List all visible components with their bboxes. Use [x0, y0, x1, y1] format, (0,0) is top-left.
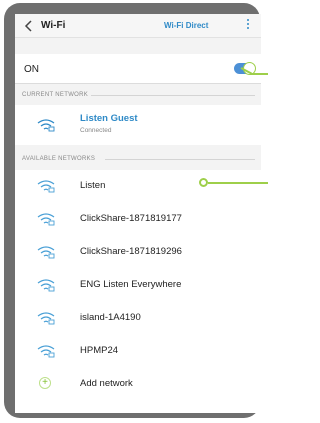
current-network-header: CURRENT NETWORK [22, 92, 89, 98]
add-network-item[interactable]: + Add network [15, 368, 261, 400]
wifi-settings-screen: Wi-Fi Wi-Fi Direct ON CURRENT NETWORK Li… [15, 14, 261, 413]
network-item[interactable]: island-1A4190 [15, 302, 261, 334]
network-item[interactable]: ClickShare-1871819296 [15, 236, 261, 268]
network-item[interactable]: Listen [15, 170, 261, 202]
wifi-signal-lock-icon [37, 119, 55, 132]
available-networks-list: Listen ClickShare-1871819177 ClickShare-… [15, 170, 261, 413]
current-network-status: Connected [80, 127, 112, 134]
current-network-item[interactable]: Listen Guest Connected [15, 105, 261, 145]
network-item[interactable]: ENG Listen Everywhere [15, 269, 261, 301]
network-item[interactable]: ClickShare-1871819177 [15, 203, 261, 235]
network-name: island-1A4190 [80, 312, 141, 323]
network-name: ClickShare-1871819177 [80, 213, 182, 224]
add-icon: + [39, 377, 51, 389]
wifi-signal-lock-icon [37, 180, 55, 193]
network-name: HPMP24 [80, 345, 119, 356]
wifi-signal-lock-icon [37, 312, 55, 325]
back-arrow-icon[interactable] [23, 19, 35, 33]
app-header: Wi-Fi Wi-Fi Direct [15, 14, 261, 38]
callout-line-network [208, 182, 268, 184]
wifi-toggle-label: ON [24, 64, 39, 75]
wifi-signal-lock-icon [37, 213, 55, 226]
section-divider [91, 95, 255, 96]
wifi-signal-lock-icon [37, 246, 55, 259]
current-network-name: Listen Guest [80, 113, 138, 124]
add-network-label: Add network [80, 378, 133, 389]
network-name: Listen [80, 180, 106, 191]
callout-marker [199, 178, 208, 187]
section-divider [105, 159, 255, 160]
wifi-signal-lock-icon [37, 279, 55, 292]
page-title: Wi-Fi [41, 20, 66, 31]
wifi-signal-lock-icon [37, 345, 55, 358]
wifi-toggle-row[interactable]: ON [15, 54, 261, 84]
more-options-icon[interactable] [246, 19, 250, 33]
callout-line-toggle [250, 73, 268, 75]
network-name: ENG Listen Everywhere [80, 279, 182, 290]
available-networks-header: AVAILABLE NETWORKS [22, 156, 96, 162]
network-name: ClickShare-1871819296 [80, 246, 182, 257]
wifi-direct-button[interactable]: Wi-Fi Direct [164, 21, 208, 30]
device-frame: Wi-Fi Wi-Fi Direct ON CURRENT NETWORK Li… [4, 3, 261, 418]
network-item[interactable]: HPMP24 [15, 335, 261, 367]
